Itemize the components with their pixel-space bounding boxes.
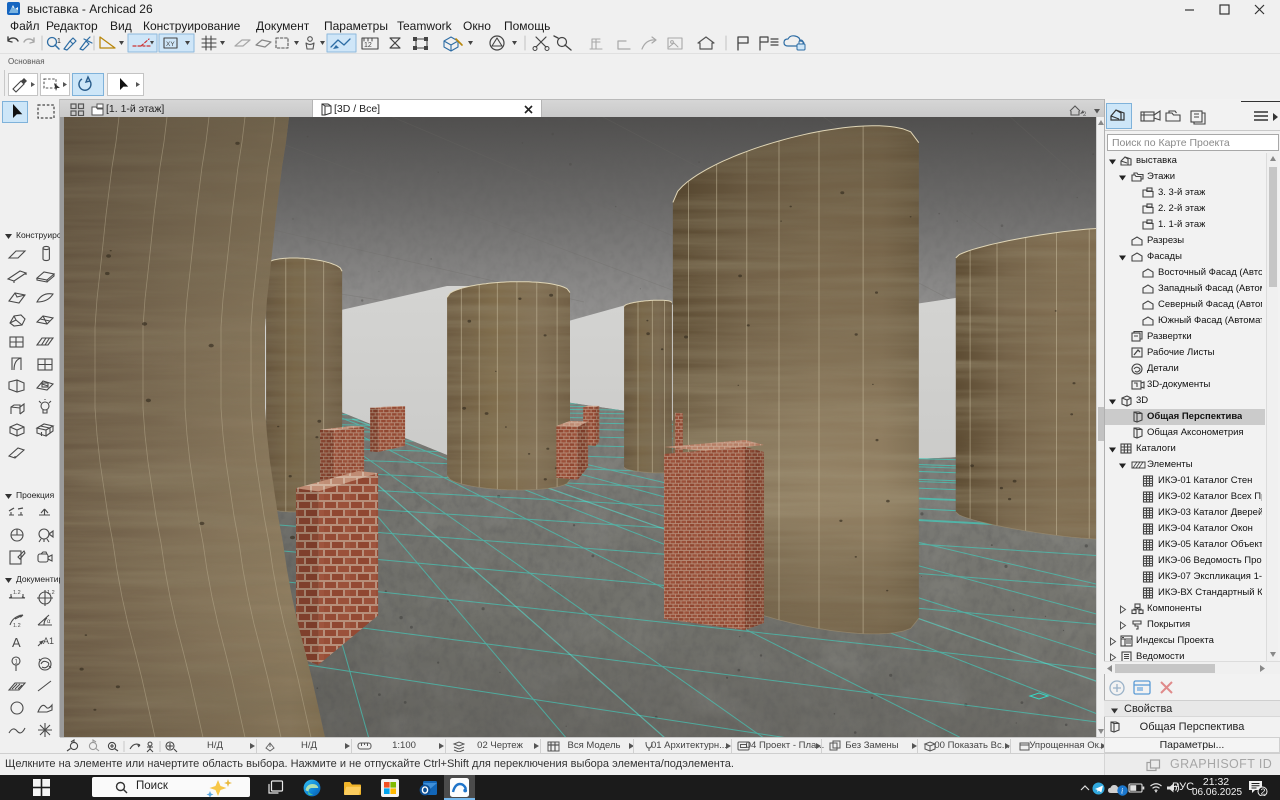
svg-text:1: 1 bbox=[57, 38, 61, 45]
svg-text:A: A bbox=[12, 635, 21, 650]
svg-text:A1: A1 bbox=[43, 636, 54, 646]
svg-text:XY: XY bbox=[166, 41, 175, 48]
svg-text:i: i bbox=[1121, 786, 1123, 795]
svg-text:12: 12 bbox=[364, 42, 372, 49]
svg-text:1.2: 1.2 bbox=[47, 590, 55, 596]
svg-text:2: 2 bbox=[1261, 787, 1266, 796]
svg-text:1.2: 1.2 bbox=[13, 590, 21, 596]
svg-text:1.2: 1.2 bbox=[13, 623, 21, 629]
svg-text:α: α bbox=[47, 619, 51, 625]
